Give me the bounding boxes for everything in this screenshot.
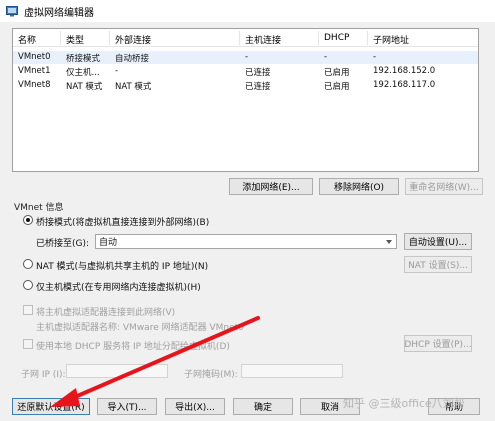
watermark-text: 知乎 @三级office八刘帮 xyxy=(343,397,465,410)
annotation-arrow-line xyxy=(66,316,260,402)
annotation-arrow-head xyxy=(50,388,80,407)
virtual-network-editor-window: 虚拟网络编辑器 名称 类型 外部连接 主机连接 DHCP 子网地址 VMnet0… xyxy=(0,0,495,421)
annotation-arrow xyxy=(50,316,260,407)
